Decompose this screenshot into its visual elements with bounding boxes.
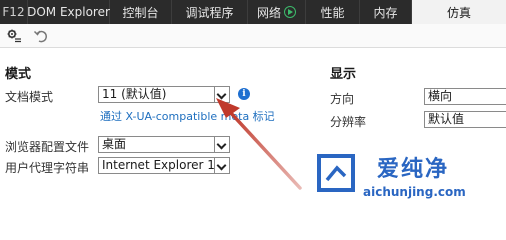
- tab-network-label: 网络: [256, 5, 281, 20]
- resolution-value: 默认值: [428, 112, 465, 126]
- browser-profile-value: 桌面: [102, 137, 127, 151]
- undo-icon[interactable]: [33, 28, 49, 44]
- tab-dom-explorer[interactable]: DOM Explorer: [27, 0, 110, 24]
- user-agent-select[interactable]: Internet Explorer 11 (默: [98, 157, 230, 174]
- resolution-select[interactable]: 默认值: [424, 111, 506, 128]
- orientation-label: 方向: [330, 92, 355, 106]
- resolution-label: 分辨率: [330, 115, 367, 129]
- tab-f12[interactable]: F12: [0, 0, 28, 24]
- record-play-icon[interactable]: [284, 6, 296, 18]
- mode-heading: 模式: [5, 67, 32, 82]
- orientation-value: 横向: [428, 89, 453, 103]
- browser-profile-label: 浏览器配置文件: [5, 140, 90, 154]
- browser-profile-select[interactable]: 桌面: [98, 136, 230, 153]
- x-ua-compatible-link[interactable]: 通过 X-UA-compatible meta 标记: [100, 108, 275, 124]
- tab-performance[interactable]: 性能: [306, 0, 360, 24]
- chevron-down-icon: [214, 158, 229, 173]
- watermark-brand: 爱纯净: [377, 157, 450, 182]
- tab-memory[interactable]: 内存: [360, 0, 412, 24]
- orientation-select[interactable]: 横向: [424, 88, 506, 105]
- emulation-toolbar: [0, 24, 506, 48]
- document-mode-label: 文档模式: [5, 90, 54, 104]
- user-agent-label: 用户代理字符串: [5, 161, 90, 175]
- chevron-down-icon: [214, 87, 229, 102]
- document-mode-value: 11 (默认值): [102, 87, 167, 101]
- tab-network[interactable]: 网络: [248, 0, 306, 24]
- tab-debugger[interactable]: 调试程序: [172, 0, 248, 24]
- document-mode-select[interactable]: 11 (默认值): [98, 86, 230, 103]
- tab-emulation[interactable]: 仿真: [412, 0, 506, 24]
- watermark-url: aichunjing.com: [363, 185, 466, 199]
- settings-icon[interactable]: [6, 28, 22, 44]
- devtools-tab-bar: F12 DOM Explorer 控制台 调试程序 网络 性能 内存 仿真: [0, 0, 506, 24]
- display-heading: 显示: [330, 67, 357, 82]
- tab-console[interactable]: 控制台: [110, 0, 172, 24]
- info-icon[interactable]: i: [238, 88, 250, 100]
- chevron-down-icon: [214, 137, 229, 152]
- user-agent-value: Internet Explorer 11 (默: [102, 158, 230, 172]
